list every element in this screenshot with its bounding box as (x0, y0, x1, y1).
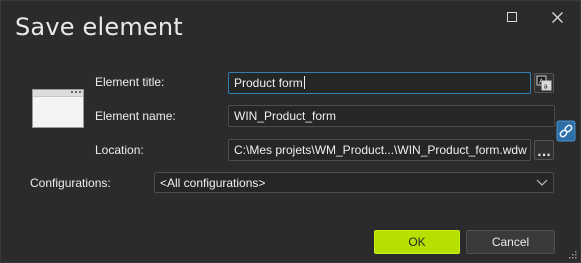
save-element-dialog: Save element Element title: Product form… (0, 0, 581, 263)
configurations-select[interactable]: <All configurations> (154, 172, 554, 193)
location-input[interactable]: C:\Mes projets\WM_Product...\WIN_Product… (228, 139, 531, 161)
browse-button[interactable]: ... (534, 140, 554, 160)
browse-dots: ... (537, 145, 551, 159)
link-icon (556, 120, 576, 142)
configurations-label: Configurations: (30, 176, 111, 190)
window-preview-thumbnail (32, 89, 84, 128)
location-label: Location: (95, 143, 144, 157)
ok-button[interactable]: OK (374, 230, 460, 254)
configurations-selected-value: <All configurations> (160, 176, 266, 190)
element-title-value: Product form (234, 76, 303, 90)
close-button[interactable] (546, 7, 568, 27)
translate-icon: A a (536, 75, 552, 91)
element-title-label: Element title: (95, 75, 165, 89)
resize-grip-icon[interactable] (569, 251, 577, 259)
link-button[interactable] (555, 119, 577, 143)
chevron-down-icon (536, 179, 548, 186)
dialog-title: Save element (15, 13, 183, 41)
text-caret (303, 76, 305, 89)
cancel-button[interactable]: Cancel (466, 230, 555, 254)
element-name-input[interactable]: WIN_Product_form (228, 105, 555, 127)
translate-button[interactable]: A a (534, 73, 554, 93)
svg-text:a: a (544, 83, 548, 91)
maximize-icon (507, 12, 517, 22)
element-name-label: Element name: (95, 109, 176, 123)
element-title-input[interactable]: Product form (228, 72, 531, 94)
maximize-button[interactable] (501, 7, 523, 27)
close-icon (551, 11, 563, 23)
